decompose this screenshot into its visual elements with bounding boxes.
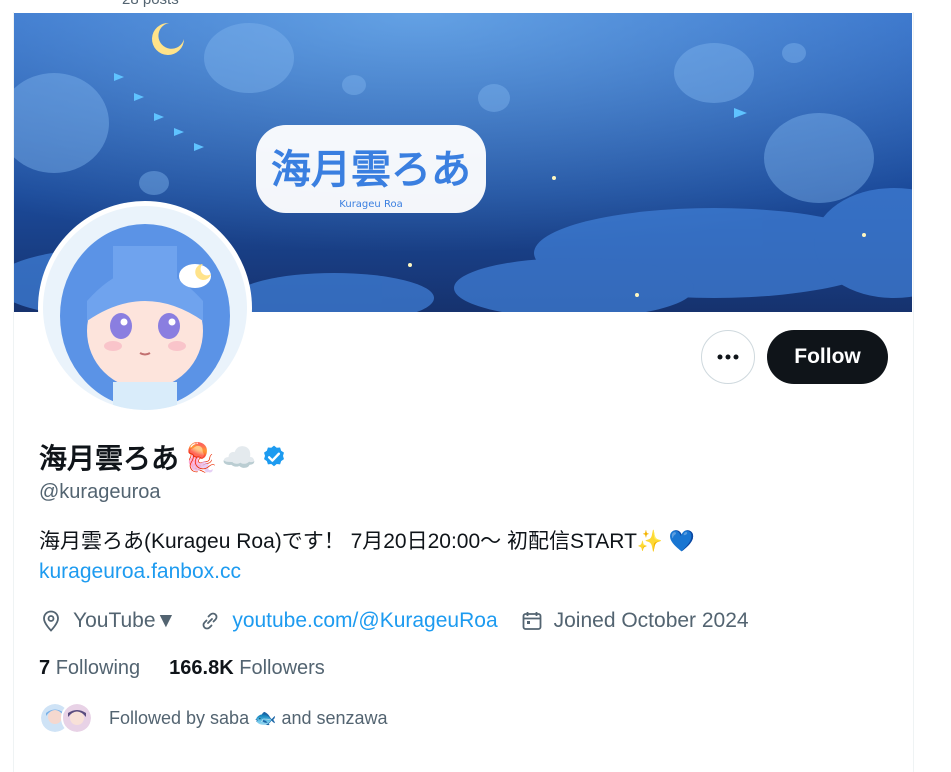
calendar-icon — [522, 612, 542, 630]
more-horizontal-icon — [717, 354, 739, 360]
website-item: youtube.com/@KurageuRoa — [198, 609, 498, 633]
banner-logo-text: 海月雲ろあ — [271, 147, 471, 193]
location-item: YouTube▼ — [39, 609, 176, 633]
location-text: YouTube▼ — [73, 609, 177, 632]
follow-counts: 7 Following 166.8K Followers — [39, 657, 325, 680]
avatar-image — [43, 206, 247, 410]
posts-count: 28 posts — [122, 0, 179, 8]
follower-avatar — [61, 702, 93, 734]
jellyfish-emoji: 🪼 — [183, 440, 218, 474]
bio-link[interactable]: kurageuroa.fanbox.cc — [39, 557, 695, 587]
joined-item: Joined October 2024 — [520, 609, 749, 633]
cloud-emoji: ☁️ — [221, 440, 257, 474]
followed-by-text: Followed by saba 🐟 and senzawa — [109, 707, 388, 728]
profile-meta: YouTube▼ youtube.com/@KurageuRoa Joined … — [39, 605, 771, 637]
followed-by[interactable]: Followed by saba 🐟 and senzawa — [39, 702, 388, 734]
display-name-text: 海月雲ろあ — [39, 443, 180, 474]
display-name: 海月雲ろあ 🪼 ☁️ — [39, 437, 287, 477]
following-link[interactable]: 7 Following — [39, 657, 140, 680]
following-count: 7 — [39, 657, 51, 679]
website-link[interactable]: youtube.com/@KurageuRoa — [232, 609, 497, 633]
followers-link[interactable]: 166.8K Followers — [169, 657, 325, 680]
verified-badge-icon[interactable] — [261, 444, 287, 470]
joined-text: Joined October 2024 — [553, 609, 749, 632]
following-label: Following — [55, 657, 141, 679]
more-options-button[interactable] — [701, 330, 755, 384]
profile-bio: 海月雲ろあ(Kurageu Roa)です！ 7月20日20:00〜 初配信STA… — [39, 527, 695, 587]
follow-button[interactable]: Follow — [767, 330, 888, 384]
followers-label: Followers — [239, 657, 325, 679]
link-icon — [202, 612, 218, 630]
avatar[interactable] — [38, 201, 252, 415]
banner-logo-subtitle: Kurageu Roa — [339, 199, 402, 210]
location-pin-icon — [43, 610, 59, 632]
profile-handle: @kurageuroa — [39, 481, 161, 503]
followers-count: 166.8K — [169, 657, 234, 679]
bio-text: 海月雲ろあ(Kurageu Roa)です！ 7月20日20:00〜 初配信STA… — [39, 530, 696, 553]
